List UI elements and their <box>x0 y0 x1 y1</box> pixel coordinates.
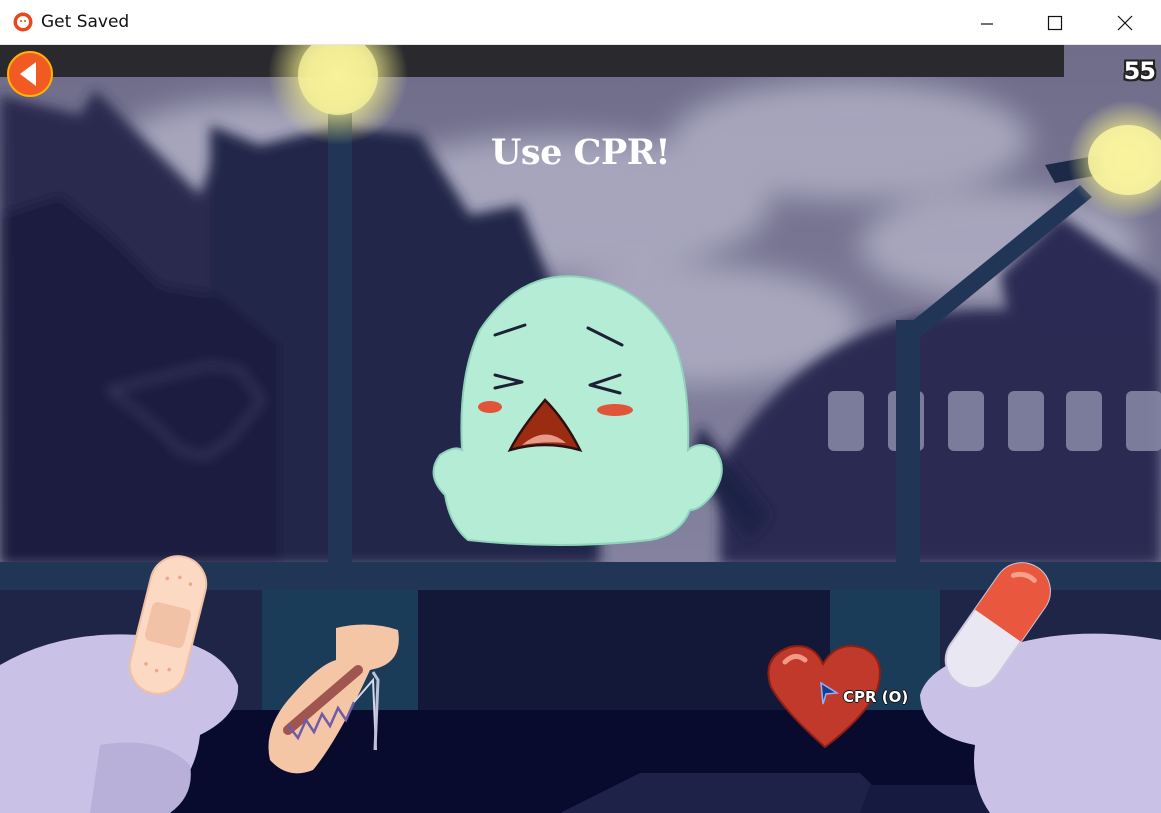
stitched-arm-icon <box>268 624 399 774</box>
back-button[interactable] <box>6 50 54 98</box>
pill-tool[interactable] <box>930 555 1065 695</box>
minimize-button[interactable] <box>964 0 1010 45</box>
bandage-icon <box>128 555 208 695</box>
countdown-timer: 55 <box>1123 57 1156 85</box>
maximize-button[interactable] <box>1032 0 1078 45</box>
title-bar: Get Saved <box>0 0 1161 45</box>
back-arrow-icon <box>7 51 53 97</box>
instruction-text: Use CPR! <box>490 132 671 173</box>
game-canvas: 55 Use CPR! CPR (O) <box>0 45 1161 813</box>
app-icon <box>13 12 33 32</box>
window-title: Get Saved <box>41 12 130 32</box>
pill-icon <box>944 562 1051 689</box>
stitches-tool[interactable] <box>258 620 408 780</box>
close-icon <box>1117 15 1133 30</box>
minimize-icon <box>981 22 993 25</box>
bandage-tool[interactable] <box>118 550 218 700</box>
game-window: Get Saved 55 Use CPR! CPR (O) <box>0 0 1161 813</box>
cpr-shortcut-label: CPR (O) <box>843 688 909 706</box>
maximize-icon <box>1047 15 1063 30</box>
close-button[interactable] <box>1102 0 1148 45</box>
